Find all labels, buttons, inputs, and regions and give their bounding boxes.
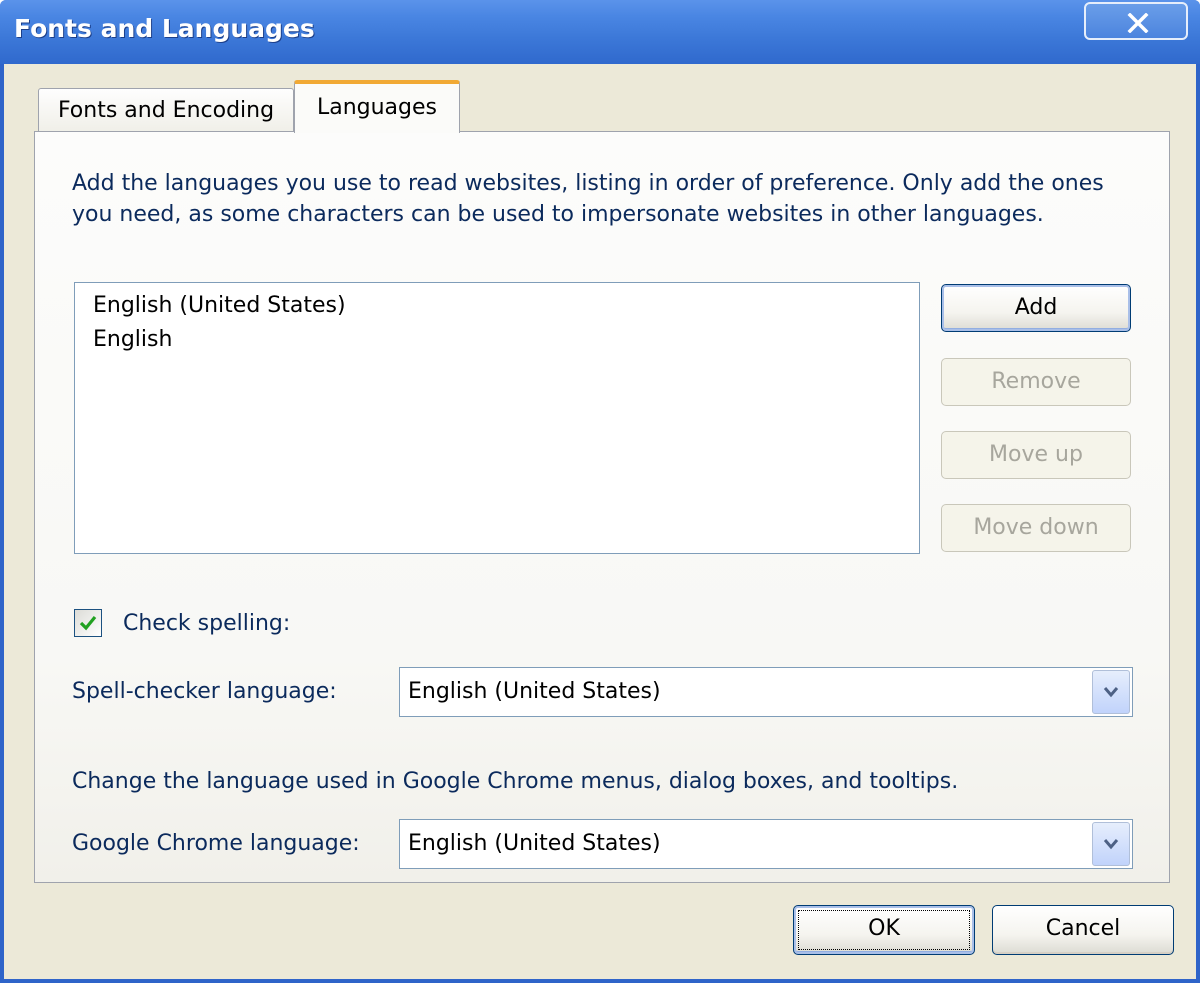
google-chrome-language-select[interactable]: English (United States): [399, 819, 1133, 869]
move-up-button[interactable]: Move up: [941, 431, 1131, 479]
chevron-down-icon: [1103, 839, 1119, 850]
list-item[interactable]: English (United States): [93, 289, 901, 323]
spell-checker-language-label: Spell-checker language:: [72, 679, 337, 704]
checkmark-icon: [79, 615, 97, 631]
chevron-down-icon: [1103, 687, 1119, 698]
ui-language-description: Change the language used in Google Chrom…: [72, 769, 959, 794]
language-list[interactable]: English (United States) English: [74, 282, 920, 554]
check-spelling-label[interactable]: Check spelling:: [123, 608, 290, 640]
list-item[interactable]: English: [93, 323, 901, 357]
add-button[interactable]: Add: [941, 284, 1131, 332]
tab-label: Languages: [316, 95, 438, 120]
title-bar[interactable]: Fonts and Languages: [0, 0, 1200, 64]
dropdown-button[interactable]: [1092, 822, 1130, 866]
ok-button[interactable]: OK: [793, 905, 975, 955]
cancel-button[interactable]: Cancel: [992, 905, 1174, 955]
move-down-button[interactable]: Move down: [941, 504, 1131, 552]
tab-label: Fonts and Encoding: [57, 98, 275, 123]
close-x-icon: [1127, 13, 1149, 33]
remove-button[interactable]: Remove: [941, 358, 1131, 406]
google-chrome-language-label: Google Chrome language:: [72, 831, 360, 856]
check-spelling-checkbox[interactable]: [74, 609, 102, 637]
languages-description: Add the languages you use to read websit…: [72, 171, 1104, 227]
tab-languages[interactable]: Languages: [294, 80, 460, 133]
close-button[interactable]: [1084, 2, 1188, 40]
window-title: Fonts and Languages: [14, 14, 315, 43]
tab-fonts-and-encoding[interactable]: Fonts and Encoding: [38, 88, 294, 132]
selected-value: English (United States): [408, 679, 661, 704]
selected-value: English (United States): [408, 831, 661, 856]
spell-checker-language-select[interactable]: English (United States): [399, 667, 1133, 717]
fonts-and-languages-dialog: Fonts and Languages Fonts and Encoding L…: [0, 0, 1200, 983]
dropdown-button[interactable]: [1092, 670, 1130, 714]
